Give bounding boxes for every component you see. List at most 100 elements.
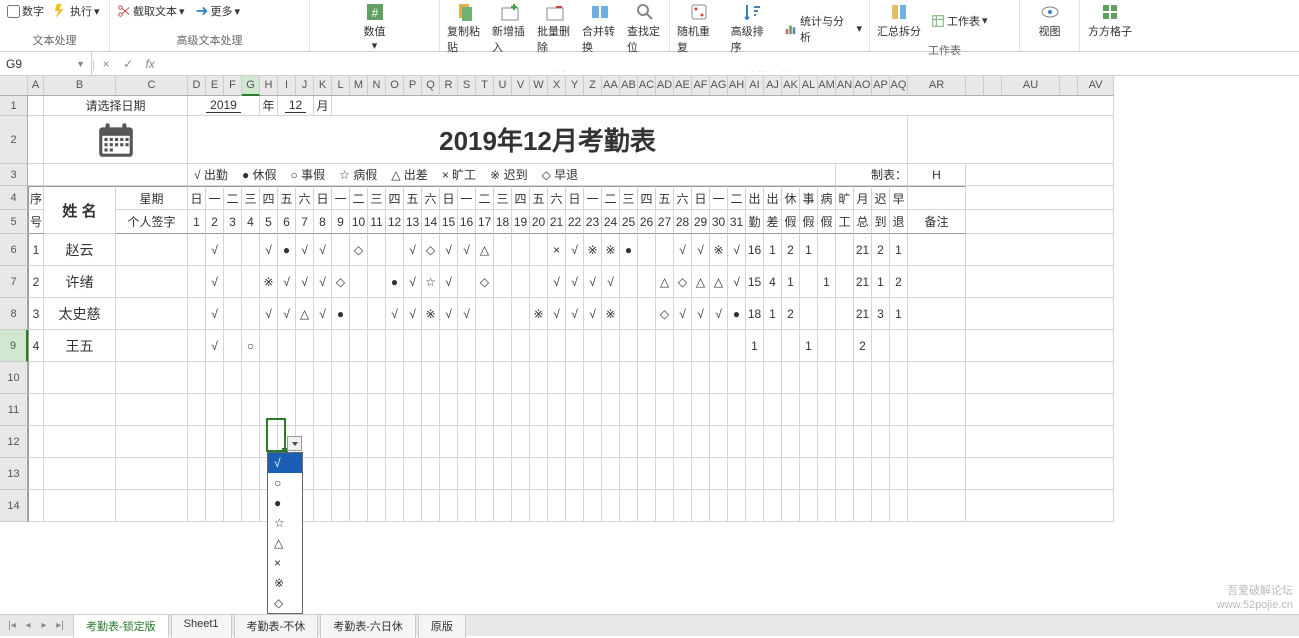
sum-cell[interactable]: 1 [818,266,836,298]
sum-cell[interactable]: 1 [800,234,818,266]
summary-header[interactable]: 事 [800,186,818,210]
mark-cell[interactable] [494,298,512,330]
row-header-11[interactable]: 11 [0,394,28,426]
dropdown-item[interactable]: ◇ [268,593,302,613]
weekday-header[interactable]: 日 [440,186,458,210]
weekday-header[interactable]: 四 [512,186,530,210]
mark-cell[interactable]: √ [692,234,710,266]
dropdown-item[interactable]: ● [268,493,302,513]
mark-cell[interactable]: ◇ [422,234,440,266]
row-header-2[interactable]: 2 [0,116,28,164]
sheet-tab[interactable]: Sheet1 [171,614,232,638]
summary-header[interactable]: 出 [746,186,764,210]
col-header-AI[interactable]: AI [746,76,764,96]
mark-cell[interactable]: √ [440,266,458,298]
col-header-Q[interactable]: Q [422,76,440,96]
sum-cell[interactable]: 2 [854,330,872,362]
mark-cell[interactable]: √ [710,298,728,330]
col-header-D[interactable]: D [188,76,206,96]
day-header[interactable]: 4 [242,210,260,234]
insert-button[interactable]: 新增插入 [489,2,530,55]
mark-cell[interactable] [602,330,620,362]
mark-cell[interactable]: √ [602,266,620,298]
summary-header[interactable]: 休 [782,186,800,210]
year-suffix[interactable]: 年 [260,96,278,116]
sum-cell[interactable] [836,298,854,330]
row-header-7[interactable]: 7 [0,266,28,298]
col-header-AG[interactable]: AG [710,76,728,96]
row-header-3[interactable]: 3 [0,164,28,186]
mark-cell[interactable]: ※ [710,234,728,266]
day-header[interactable]: 27 [656,210,674,234]
weekday-header[interactable]: 三 [494,186,512,210]
mark-cell[interactable] [548,330,566,362]
mark-cell[interactable]: ◇ [350,234,368,266]
mark-cell[interactable] [440,330,458,362]
day-header[interactable]: 12 [386,210,404,234]
mark-cell[interactable]: ● [620,234,638,266]
cell-dropdown-list[interactable]: √○●☆△×※◇ [267,452,303,614]
sum-cell[interactable] [800,266,818,298]
day-header[interactable]: 17 [476,210,494,234]
tab-last-button[interactable]: ▸| [52,620,68,631]
col-header-AL[interactable]: AL [800,76,818,96]
day-header[interactable]: 14 [422,210,440,234]
summary-header[interactable]: 月 [854,186,872,210]
year-value[interactable]: 2019 [188,96,260,116]
day-header[interactable]: 3 [224,210,242,234]
dropdown-item[interactable]: × [268,553,302,573]
col-header-AB[interactable]: AB [620,76,638,96]
sum-cell[interactable]: 1 [890,298,908,330]
mark-cell[interactable]: △ [476,234,494,266]
advanced-sort-button[interactable]: 高级排序 [728,2,778,55]
summary-header[interactable]: 旷 [836,186,854,210]
col-header-[interactable] [1060,76,1078,96]
col-header-AK[interactable]: AK [782,76,800,96]
sum-cell[interactable]: 15 [746,266,764,298]
day-header[interactable]: 1 [188,210,206,234]
remark-cell[interactable] [908,298,966,330]
day-header[interactable]: 26 [638,210,656,234]
sign-cell[interactable] [116,330,188,362]
day-header[interactable]: 10 [350,210,368,234]
col-header-AH[interactable]: AH [728,76,746,96]
day-header[interactable]: 18 [494,210,512,234]
sum-cell[interactable] [872,330,890,362]
col-header-L[interactable]: L [332,76,350,96]
name-cell[interactable]: 王五 [44,330,116,362]
mark-cell[interactable]: √ [566,266,584,298]
row-header-5[interactable]: 5 [0,210,28,234]
mark-cell[interactable] [530,266,548,298]
sign-cell[interactable] [116,266,188,298]
sum-cell[interactable]: 1 [746,330,764,362]
row-header-1[interactable]: 1 [0,96,28,116]
mark-cell[interactable] [728,330,746,362]
col-header-AE[interactable]: AE [674,76,692,96]
grid[interactable]: 请选择日期2019年12月2019年12月考勤表√ 出勤● 休假○ 事假☆ 病假… [28,96,1114,522]
mark-cell[interactable] [512,298,530,330]
seq-cell[interactable]: 2 [28,266,44,298]
mark-cell[interactable] [224,234,242,266]
sum-cell[interactable]: 1 [872,266,890,298]
mark-cell[interactable]: √ [548,266,566,298]
weekday-header[interactable]: 日 [566,186,584,210]
mark-cell[interactable] [278,330,296,362]
weekday-header[interactable]: 一 [584,186,602,210]
execute-button[interactable]: 执行 ▾ [51,2,103,20]
sum-cell[interactable] [800,298,818,330]
mark-cell[interactable] [422,330,440,362]
name-header[interactable]: 姓 名 [44,186,116,234]
col-header-I[interactable]: I [278,76,296,96]
mark-cell[interactable]: ◇ [656,298,674,330]
tab-next-button[interactable]: ▸ [36,620,52,631]
mark-cell[interactable]: √ [728,266,746,298]
mark-cell[interactable] [260,330,278,362]
mark-cell[interactable] [494,234,512,266]
dropdown-item[interactable]: ○ [268,473,302,493]
day-header[interactable]: 13 [404,210,422,234]
mark-cell[interactable]: √ [206,234,224,266]
weekday-header[interactable]: 一 [332,186,350,210]
mark-cell[interactable] [638,330,656,362]
number-value-button[interactable]: # 数值▾ [359,2,391,52]
day-header[interactable]: 11 [368,210,386,234]
